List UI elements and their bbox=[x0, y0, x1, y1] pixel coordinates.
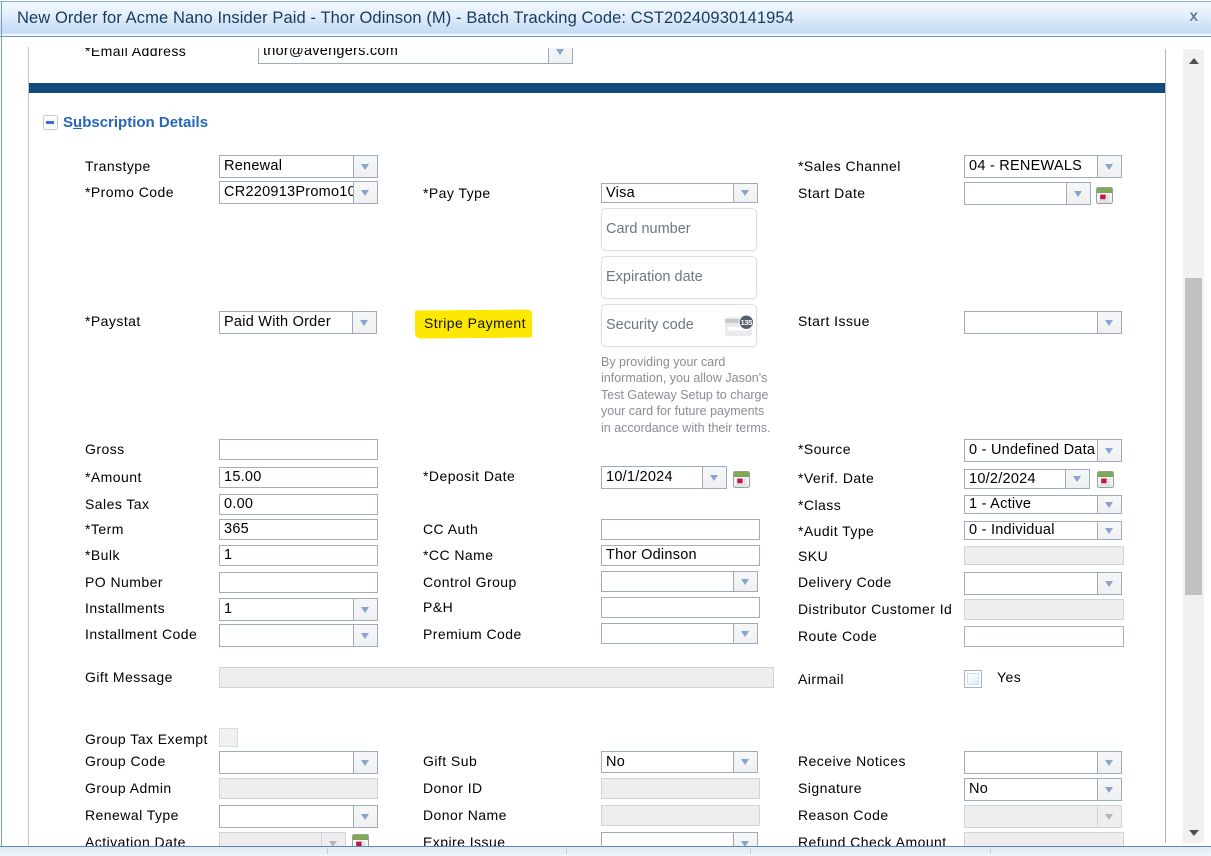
svg-text:135: 135 bbox=[740, 318, 752, 327]
